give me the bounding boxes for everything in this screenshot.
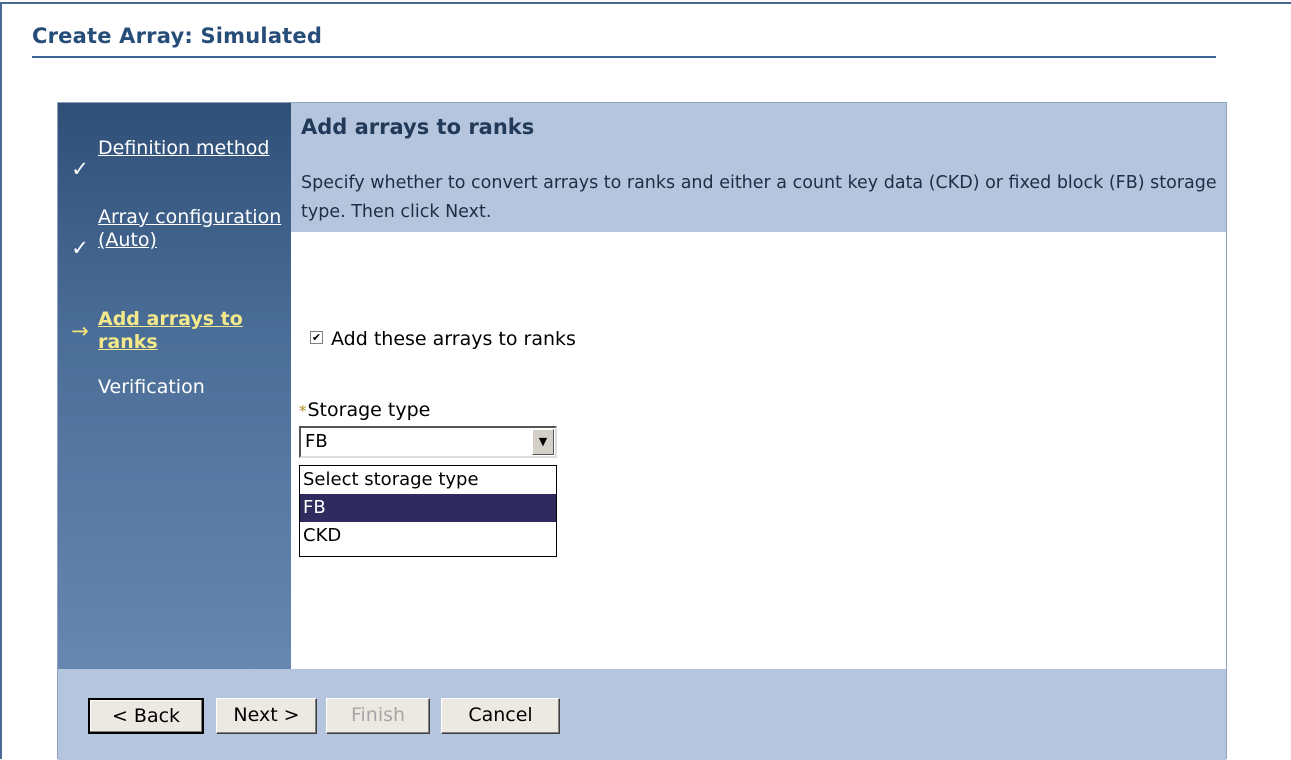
back-button[interactable]: < Back <box>88 698 204 734</box>
storage-type-dropdown-list: Select storage type FB CKD <box>299 465 557 557</box>
required-asterisk-icon: * <box>299 402 307 420</box>
storage-type-option[interactable]: FB <box>300 494 556 522</box>
title-divider <box>32 56 1216 58</box>
wizard-footer: < Back Next > Finish Cancel <box>58 669 1226 760</box>
content-heading: Add arrays to ranks <box>301 115 535 139</box>
storage-type-selected-value: FB <box>305 431 328 452</box>
add-arrays-checkbox[interactable]: ✔ <box>310 331 323 344</box>
content-description: Specify whether to convert arrays to ran… <box>301 173 1217 222</box>
wizard-steps-sidebar: ✓ Definition method ✓ Array configuratio… <box>58 103 291 669</box>
content-header: Add arrays to ranks Specify whether to c… <box>291 103 1226 232</box>
checkmark-icon: ✓ <box>71 236 89 260</box>
storage-type-label-text: Storage type <box>307 399 431 421</box>
checkmark-icon: ✓ <box>71 157 89 181</box>
chevron-down-icon[interactable]: ▼ <box>532 429 554 455</box>
finish-button: Finish <box>326 698 430 734</box>
storage-type-option[interactable]: Select storage type <box>300 466 556 494</box>
step-label: Verification <box>98 376 205 398</box>
step-label[interactable]: Definition method <box>98 137 288 160</box>
storage-type-label: *Storage type <box>299 399 430 421</box>
step-label[interactable]: Add arrays to ranks <box>98 308 288 354</box>
step-label[interactable]: Array configuration (Auto) <box>98 206 288 252</box>
storage-type-select[interactable]: FB ▼ <box>299 426 557 458</box>
storage-type-option[interactable]: CKD <box>300 522 556 550</box>
window-top-border <box>0 2 1291 4</box>
add-arrays-checkbox-label[interactable]: Add these arrays to ranks <box>331 328 576 350</box>
content-body: ✔ Add these arrays to ranks *Storage typ… <box>291 232 1226 669</box>
wizard-panel: ✓ Definition method ✓ Array configuratio… <box>57 102 1227 760</box>
current-step-arrow-icon: → <box>71 319 89 343</box>
next-button[interactable]: Next > <box>216 698 317 734</box>
cancel-button[interactable]: Cancel <box>441 698 560 734</box>
window-left-border <box>0 2 2 759</box>
page-title: Create Array: Simulated <box>32 24 323 48</box>
